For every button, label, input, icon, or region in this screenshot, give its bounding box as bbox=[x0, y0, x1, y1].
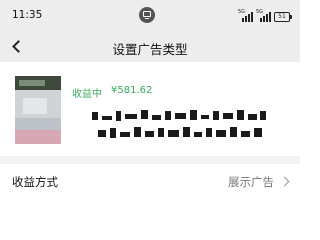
earning-status-label: 收益中 bbox=[72, 89, 102, 100]
earning-method-label: 收益方式 bbox=[12, 175, 58, 189]
ad-thumbnail bbox=[15, 76, 61, 144]
section-divider bbox=[0, 156, 300, 164]
status-time: 11:35 bbox=[12, 9, 43, 21]
nav-bar: 设置广告类型 bbox=[0, 30, 300, 62]
status-indicators: 5G 5G 51 bbox=[238, 8, 292, 22]
earning-method-row[interactable]: 收益方式 展示广告 bbox=[0, 164, 300, 200]
monitor-icon bbox=[139, 7, 155, 23]
earning-amount: ¥581.62 bbox=[111, 85, 153, 96]
ad-description-pixelated bbox=[92, 108, 268, 142]
status-bar: 11:35 5G 5G 51 bbox=[0, 0, 300, 30]
ad-card[interactable]: 收益中 ¥581.62 bbox=[0, 62, 300, 156]
battery-icon: 51 bbox=[274, 12, 292, 22]
signal-sim1-icon: 5G bbox=[238, 9, 253, 22]
earning-method-value: 展示广告 bbox=[228, 175, 274, 189]
signal-sim2-icon: 5G bbox=[256, 9, 271, 22]
page-title: 设置广告类型 bbox=[112, 42, 188, 57]
chevron-right-icon bbox=[279, 176, 290, 187]
